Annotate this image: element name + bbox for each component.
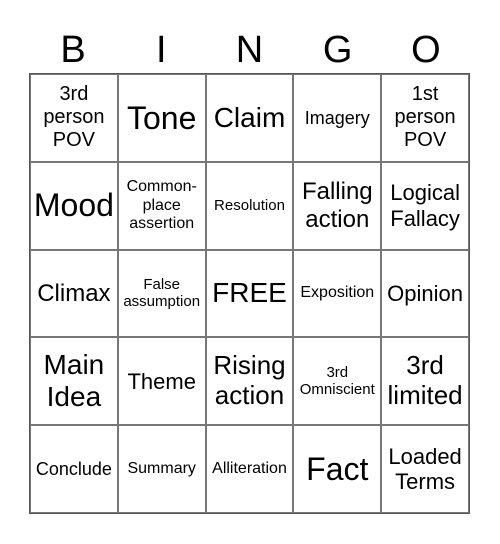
bingo-cell: Resolution [205,161,294,250]
bingo-grid: 3rd person POV Tone Claim Imagery 1st pe… [29,73,470,514]
bingo-cell: Summary [117,425,206,513]
bingo-cell: Rising action [205,337,294,426]
header-letter-n: N [235,29,264,71]
bingo-cell: Exposition [293,249,382,338]
header-letter-i: I [156,29,167,71]
bingo-cell: Common-place assertion [117,161,206,250]
bingo-cell: Alliteration [205,425,294,513]
bingo-cell: Mood [30,161,118,250]
bingo-cell: Tone [117,74,206,162]
bingo-cell: Theme [117,337,206,426]
bingo-cell: Falling action [293,161,382,250]
bingo-cell: Loaded Terms [381,425,469,513]
bingo-header: B I N G O [29,28,470,72]
bingo-cell: Main Idea [30,337,118,426]
bingo-cell: False assumption [117,249,206,338]
bingo-cell: Opinion [381,249,469,338]
bingo-cell: Logical Fallacy [381,161,469,250]
bingo-cell: Conclude [30,425,118,513]
header-letter-b: B [60,29,86,71]
bingo-cell: Imagery [293,74,382,162]
bingo-cell free-space: FREE [205,249,294,338]
bingo-cell: Claim [205,74,294,162]
bingo-cell: Climax [30,249,118,338]
bingo-cell: Fact [293,425,382,513]
bingo-cell: 3rd Omniscient [293,337,382,426]
bingo-cell: 1st person POV [381,74,469,162]
bingo-cell: 3rd limited [381,337,469,426]
header-letter-g: G [322,29,353,71]
header-letter-o: O [411,29,441,71]
bingo-cell: 3rd person POV [30,74,118,162]
